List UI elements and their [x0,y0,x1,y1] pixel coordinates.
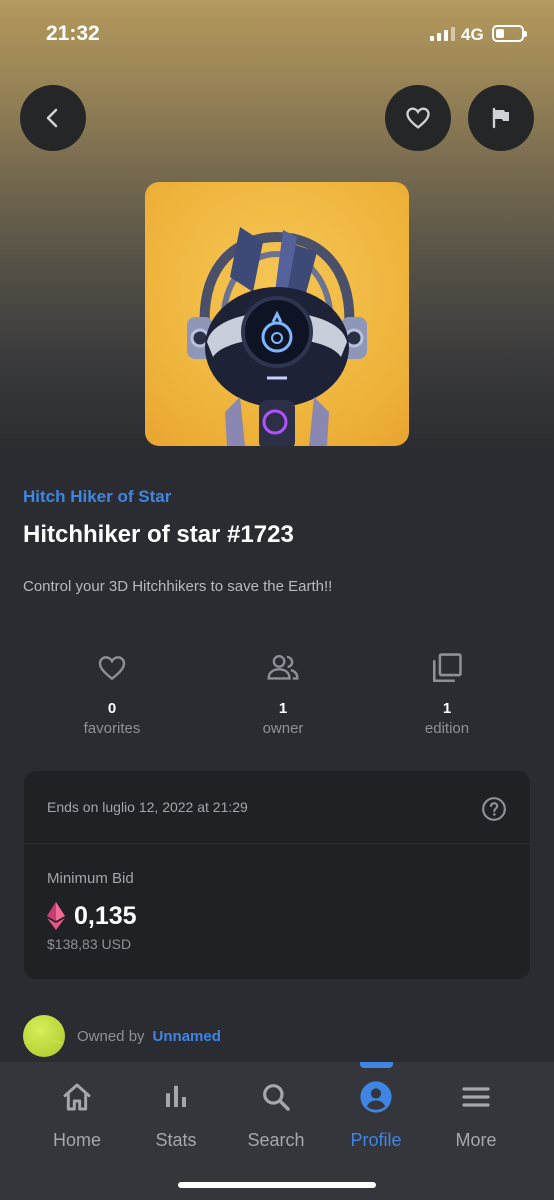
flag-icon [492,107,509,129]
bar-chart-icon [166,1085,186,1107]
copies-icon [432,653,462,683]
minimum-bid-amount: 0,135 [74,902,137,930]
nft-title: Hitchhiker of star #1723 [23,521,294,548]
owner-row[interactable]: Owned by Unnamed [23,1015,221,1057]
editions-label: edition [424,720,470,737]
active-tab-indicator [360,1062,393,1068]
favorite-button[interactable] [385,85,451,151]
tab-more[interactable]: More [426,1079,526,1151]
editions-count: 1 [442,700,452,717]
robot-helmet-illustration [187,227,367,446]
owner-name-link[interactable]: Unnamed [153,1028,221,1045]
nft-description: Control your 3D Hitchhikers to save the … [23,578,333,595]
owned-by-label: Owned by [77,1027,145,1045]
status-bar: 21:32 4G [0,0,554,70]
collection-link[interactable]: Hitch Hiker of Star [23,487,171,507]
tab-more-label: More [455,1130,497,1150]
card-divider [24,843,530,844]
heart-icon [406,107,430,129]
nft-artwork[interactable] [145,182,409,446]
tab-profile-label: Profile [350,1130,402,1150]
home-indicator [178,1182,376,1188]
minimum-bid-label: Minimum Bid [47,870,134,887]
menu-icon [462,1087,490,1107]
tab-home[interactable]: Home [27,1079,127,1151]
back-button[interactable] [20,85,86,151]
stat-editions[interactable]: 1 edition [377,650,517,737]
help-button[interactable] [481,796,507,827]
chevron-left-icon [46,108,58,128]
owners-count: 1 [278,700,288,717]
owner-avatar[interactable] [23,1015,65,1057]
favorites-count: 0 [107,700,117,717]
heart-outline-icon [98,656,126,681]
tab-stats[interactable]: Stats [126,1079,226,1151]
auction-card: Ends on luglio 12, 2022 at 21:29 Minimum… [24,771,530,979]
network-label: 4G [461,25,484,44]
ethereum-icon [47,902,65,930]
favorites-label: favorites [83,720,141,737]
report-button[interactable] [468,85,534,151]
tab-search[interactable]: Search [226,1079,326,1151]
signal-icon [430,27,455,41]
tab-search-label: Search [247,1130,305,1150]
battery-icon [492,25,527,42]
bottom-tab-bar: Home Stats Search Profile More [0,1062,554,1200]
tab-home-label: Home [52,1130,101,1150]
auction-end-date: Ends on luglio 12, 2022 at 21:29 [47,799,248,815]
home-icon [63,1083,91,1111]
owners-label: owner [262,720,304,737]
minimum-bid-usd: $138,83 USD [47,936,132,952]
people-icon [267,655,299,680]
question-circle-icon [482,797,506,821]
search-icon [263,1084,290,1111]
status-time: 21:32 [46,22,100,45]
tab-profile[interactable]: Profile [326,1079,426,1151]
stat-favorites[interactable]: 0 favorites [42,650,182,737]
tab-stats-label: Stats [155,1130,197,1150]
profile-icon [360,1081,392,1113]
stat-owners[interactable]: 1 owner [213,650,353,737]
